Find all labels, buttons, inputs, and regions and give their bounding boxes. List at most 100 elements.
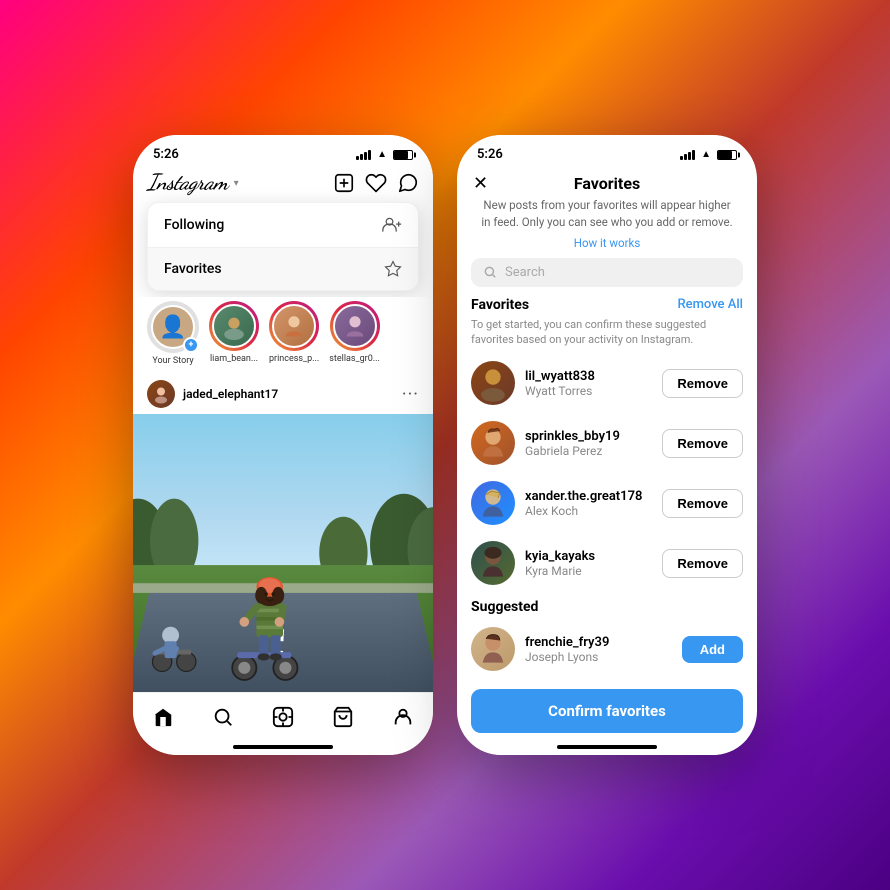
dropdown-favorites[interactable]: Favorites: [148, 248, 418, 290]
chevron-down-icon[interactable]: ▾: [234, 177, 239, 189]
add-post-icon[interactable]: [333, 172, 355, 194]
remove-button-1[interactable]: Remove: [662, 369, 743, 398]
real-name-1: Wyatt Torres: [525, 384, 652, 398]
username-1: lil_wyatt838: [525, 369, 652, 384]
user-info-2: sprinkles_bby19 Gabriela Perez: [525, 429, 652, 458]
story-1[interactable]: liam_bean...: [209, 301, 259, 366]
favorites-header: ✕ Favorites: [457, 166, 757, 197]
phone-1-instagram-feed: 5:26 ▲ Instagram ▾: [133, 135, 433, 755]
confirm-btn-wrapper: Confirm favorites: [457, 679, 757, 739]
story-label-2: princess_p...: [269, 354, 319, 364]
post-image: [133, 414, 433, 692]
messenger-icon[interactable]: [397, 172, 419, 194]
signal-icon-2: [680, 150, 695, 160]
user-info-4: kyia_kayaks Kyra Marie: [525, 549, 652, 578]
header-icons: [333, 172, 419, 194]
battery-icon-2: [717, 150, 737, 160]
favorites-label: Favorites: [164, 261, 222, 277]
status-bar-2: 5:26 ▲: [457, 135, 757, 166]
real-name-4: Kyra Marie: [525, 564, 652, 578]
nav-reels[interactable]: [265, 703, 301, 731]
user-info-3: xander.the.great178 Alex Koch: [525, 489, 652, 518]
feed-dropdown-menu[interactable]: Following Favorites: [147, 202, 419, 291]
home-indicator-1: [133, 739, 433, 755]
time-1: 5:26: [153, 147, 179, 162]
remove-button-2[interactable]: Remove: [662, 429, 743, 458]
home-bar-2: [557, 745, 657, 749]
status-icons-2: ▲: [680, 149, 737, 160]
real-name-3: Alex Koch: [525, 504, 652, 518]
dropdown-following[interactable]: Following: [148, 203, 418, 248]
user-avatar-1: [471, 361, 515, 405]
user-info-5: frenchie_fry39 Joseph Lyons: [525, 635, 672, 664]
time-2: 5:26: [477, 147, 503, 162]
instagram-logo: Instagram ▾: [147, 170, 239, 196]
wifi-icon-2: ▲: [701, 149, 711, 160]
user-avatar-4: [471, 541, 515, 585]
instagram-header: Instagram ▾: [133, 166, 433, 202]
story-label-0: Your Story: [152, 356, 193, 366]
post-username[interactable]: jaded_elephant17: [183, 387, 278, 401]
remove-button-4[interactable]: Remove: [662, 549, 743, 578]
bottom-nav: [133, 692, 433, 739]
username-2: sprinkles_bby19: [525, 429, 652, 444]
home-bar: [233, 745, 333, 749]
story-2[interactable]: princess_p...: [269, 301, 319, 366]
user-avatar-2: [471, 421, 515, 465]
following-label: Following: [164, 217, 224, 233]
user-item-xander: xander.the.great178 Alex Koch Remove: [457, 473, 757, 533]
post-user: jaded_elephant17: [147, 380, 278, 408]
username-4: kyia_kayaks: [525, 549, 652, 564]
user-avatar-3: [471, 481, 515, 525]
user-avatar-5: [471, 627, 515, 671]
search-icon: [483, 265, 497, 279]
user-item-kyia: kyia_kayaks Kyra Marie Remove: [457, 533, 757, 593]
post-avatar: [147, 380, 175, 408]
search-input[interactable]: Search: [505, 265, 545, 280]
following-icon: [382, 215, 402, 235]
favorites-section-title: Favorites: [471, 297, 529, 313]
phone-2-favorites: 5:26 ▲ ✕ Favorites New posts from your f…: [457, 135, 757, 755]
logo-text: Instagram: [147, 170, 228, 196]
favorites-section-header: Favorites Remove All: [457, 297, 757, 317]
suggested-section-title: Suggested: [471, 599, 538, 615]
status-bar-1: 5:26 ▲: [133, 135, 433, 166]
user-item-sprinkles: sprinkles_bby19 Gabriela Perez Remove: [457, 413, 757, 473]
confirm-favorites-button[interactable]: Confirm favorites: [471, 689, 743, 733]
wifi-icon: ▲: [377, 149, 387, 160]
favorites-subtitle: New posts from your favorites will appea…: [457, 197, 757, 236]
nav-shop[interactable]: [325, 703, 361, 731]
more-options-icon[interactable]: ···: [402, 384, 419, 405]
add-button-1[interactable]: Add: [682, 636, 743, 663]
page-title: Favorites: [574, 174, 640, 193]
your-story[interactable]: 👤 + Your Story: [147, 301, 199, 366]
story-label-3: stellas_gr0...: [329, 354, 380, 364]
signal-icon: [356, 150, 371, 160]
real-name-5: Joseph Lyons: [525, 650, 672, 664]
remove-all-button[interactable]: Remove All: [677, 297, 743, 312]
story-label-1: liam_bean...: [210, 354, 258, 364]
status-icons-1: ▲: [356, 149, 413, 160]
search-box[interactable]: Search: [471, 258, 743, 287]
nav-profile[interactable]: [385, 703, 421, 731]
nav-home[interactable]: [145, 703, 181, 731]
suggested-section-header: Suggested: [457, 593, 757, 619]
nav-search[interactable]: [205, 703, 241, 731]
user-item-lil-wyatt: lil_wyatt838 Wyatt Torres Remove: [457, 353, 757, 413]
post-header: jaded_elephant17 ···: [133, 374, 433, 414]
close-button[interactable]: ✕: [473, 175, 488, 193]
battery-icon: [393, 150, 413, 160]
home-indicator-2: [457, 739, 757, 755]
how-it-works-link[interactable]: How it works: [457, 236, 757, 250]
story-3[interactable]: stellas_gr0...: [329, 301, 380, 366]
favorites-description: To get started, you can confirm these su…: [457, 317, 757, 354]
username-5: frenchie_fry39: [525, 635, 672, 650]
stories-row: 👤 + Your Story liam_bean... princess_p..…: [133, 297, 433, 374]
remove-button-3[interactable]: Remove: [662, 489, 743, 518]
heart-icon[interactable]: [365, 172, 387, 194]
username-3: xander.the.great178: [525, 489, 652, 504]
user-info-1: lil_wyatt838 Wyatt Torres: [525, 369, 652, 398]
user-item-frenchie: frenchie_fry39 Joseph Lyons Add: [457, 619, 757, 679]
star-icon: [384, 260, 402, 278]
real-name-2: Gabriela Perez: [525, 444, 652, 458]
